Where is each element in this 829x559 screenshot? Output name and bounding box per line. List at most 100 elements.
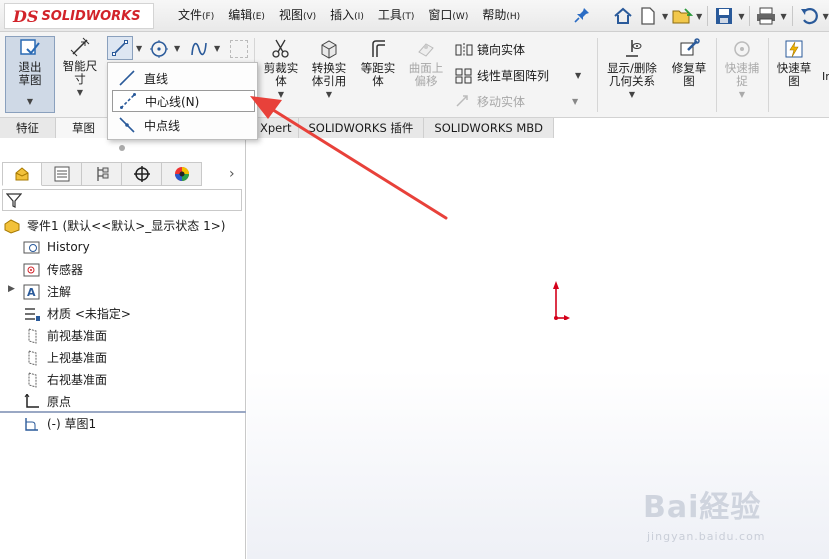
show-delete-relations-button[interactable]: 显示/删除几何关系 ▼: [601, 38, 663, 101]
tab-features[interactable]: 特征: [0, 118, 56, 138]
offset-on-surface-button[interactable]: 曲面上偏移: [404, 38, 448, 88]
save-dropdown-icon[interactable]: ▼: [738, 12, 744, 21]
filter-icon[interactable]: [6, 192, 22, 208]
tree-top-plane[interactable]: 上视基准面: [23, 349, 107, 366]
menu-tools[interactable]: 工具(T): [378, 6, 415, 23]
menu-help[interactable]: 帮助(H): [482, 6, 520, 23]
circle-dropdown-icon[interactable]: ▼: [174, 44, 180, 53]
property-manager-icon: [54, 166, 69, 182]
offset-entities-button[interactable]: 等距实体: [356, 38, 400, 88]
tab-solidworks-addins[interactable]: SOLIDWORKS 插件: [298, 118, 425, 138]
tree-sensors[interactable]: 传感器: [23, 261, 83, 278]
home-icon[interactable]: [612, 5, 634, 27]
pin-icon[interactable]: [574, 7, 590, 23]
open-dropdown-icon[interactable]: ▼: [696, 12, 702, 21]
tab-solidworks-mbd[interactable]: SOLIDWORKS MBD: [424, 118, 555, 138]
relations-icon: [620, 38, 644, 60]
exit-sketch-dropdown-icon[interactable]: ▼: [27, 95, 33, 108]
print-dropdown-icon[interactable]: ▼: [780, 12, 786, 21]
tab-display-manager[interactable]: [162, 162, 202, 186]
tab-dimxpert-manager[interactable]: [122, 162, 162, 186]
menu-edit[interactable]: 编辑(E): [228, 6, 265, 23]
quick-access-toolbar: ▼ ▼ ▼ ▼ ▼: [612, 3, 829, 29]
flyout-item-centerline[interactable]: 中心线(N): [112, 90, 255, 112]
move-entities-button[interactable]: 移动实体 ▼: [455, 93, 578, 110]
tab-sketch[interactable]: 草图: [56, 118, 112, 138]
spline-tool-button[interactable]: [188, 38, 210, 60]
undo-dropdown-icon[interactable]: ▼: [823, 12, 829, 21]
sensor-icon: [23, 262, 41, 278]
pattern-dropdown-icon[interactable]: ▼: [575, 71, 581, 80]
new-dropdown-icon[interactable]: ▼: [662, 12, 668, 21]
graphics-area[interactable]: Bai経验 jingyan.baidu.com: [247, 138, 829, 559]
open-folder-icon[interactable]: [671, 5, 694, 27]
quick-snap-dropdown-icon[interactable]: ▼: [739, 88, 745, 101]
separator: [716, 38, 717, 112]
panel-splitter-grip[interactable]: [119, 145, 125, 151]
tree-front-plane[interactable]: 前视基准面: [23, 327, 107, 344]
part-icon: [3, 218, 21, 234]
plane-icon: [23, 349, 41, 366]
circle-tool-button[interactable]: [148, 38, 170, 60]
relations-dropdown-icon[interactable]: ▼: [629, 88, 635, 101]
spline-dropdown-icon[interactable]: ▼: [214, 44, 220, 53]
move-dropdown-icon[interactable]: ▼: [572, 97, 578, 106]
repair-sketch-button[interactable]: 修复草图: [666, 38, 712, 88]
convert-entities-button[interactable]: 转换实体引用 ▼: [306, 38, 352, 101]
rollback-bar[interactable]: [0, 411, 246, 413]
menu-insert[interactable]: 插入(I): [330, 6, 364, 23]
repair-sketch-icon: [677, 38, 701, 60]
save-icon[interactable]: [713, 5, 735, 27]
rapid-sketch-icon: [782, 38, 806, 60]
mirror-entities-button[interactable]: 镜向实体: [455, 41, 525, 58]
tree-part-root[interactable]: 零件1 (默认<<默认>_显示状态 1>): [3, 217, 225, 234]
tree-annotations[interactable]: A 注解: [23, 283, 71, 300]
smart-dimension-icon: [68, 36, 92, 58]
tree-origin[interactable]: 原点: [23, 393, 71, 410]
quick-snap-icon: [730, 38, 754, 60]
tab-dimxpert[interactable]: Xpert: [254, 118, 299, 138]
flyout-item-line[interactable]: 直线: [112, 67, 255, 89]
solidworks-logo[interactable]: DS SOLIDWORKS: [4, 3, 154, 29]
trim-entities-button[interactable]: 剪裁实体 ▼: [259, 38, 303, 101]
logo-name: SOLIDWORKS: [41, 8, 141, 24]
separator: [597, 38, 598, 112]
rapid-sketch-button[interactable]: 快速草图: [771, 38, 817, 88]
quick-snaps-button[interactable]: 快速捕捉 ▼: [720, 38, 764, 101]
history-folder-icon: [23, 239, 41, 255]
print-icon[interactable]: [755, 5, 777, 27]
tree-sketch1[interactable]: (-) 草图1: [23, 415, 96, 432]
line-dropdown-icon[interactable]: ▼: [136, 44, 142, 53]
menu-file[interactable]: 文件(F): [178, 6, 214, 23]
tree-history[interactable]: History: [23, 239, 90, 255]
trim-dropdown-icon[interactable]: ▼: [278, 88, 284, 101]
tab-feature-manager[interactable]: [2, 162, 42, 186]
new-document-icon[interactable]: [637, 5, 659, 27]
smart-dimension-button[interactable]: 智能尺寸 ▼: [58, 36, 102, 99]
tree-right-plane[interactable]: 右视基准面: [23, 371, 107, 388]
exit-sketch-button[interactable]: 退出草图 ▼: [5, 36, 55, 113]
smart-dim-dropdown-icon[interactable]: ▼: [77, 86, 83, 99]
line-tool-button[interactable]: [107, 36, 133, 60]
offset-on-surface-icon: [414, 38, 438, 60]
convert-entities-icon: [317, 38, 341, 60]
instant2d-label-clipped[interactable]: In: [822, 70, 829, 83]
line-flyout-menu: 直线 中心线(N) 中点线: [107, 62, 258, 140]
annotations-expand-icon[interactable]: ▶: [8, 284, 15, 294]
convert-dropdown-icon[interactable]: ▼: [326, 88, 332, 101]
undo-icon[interactable]: [798, 5, 820, 27]
menu-view[interactable]: 视图(V): [279, 6, 316, 23]
menu-window[interactable]: 窗口(W): [428, 6, 468, 23]
linear-pattern-button[interactable]: 线性草图阵列 ▼: [455, 67, 581, 84]
feature-tree-filter[interactable]: [2, 189, 242, 211]
offset-icon: [366, 38, 390, 60]
sketch-fillet-icon[interactable]: [230, 40, 248, 58]
panel-tabs-next-arrow-icon[interactable]: ›: [229, 166, 235, 182]
centerline-icon: [120, 93, 136, 109]
tree-material[interactable]: 材质 <未指定>: [23, 305, 131, 322]
tab-configuration-manager[interactable]: [82, 162, 122, 186]
flyout-item-midpoint-line[interactable]: 中点线: [112, 114, 255, 136]
tab-property-manager[interactable]: [42, 162, 82, 186]
baidu-jingyan-watermark: Bai経验 jingyan.baidu.com: [643, 490, 766, 543]
origin-icon: [23, 393, 41, 410]
